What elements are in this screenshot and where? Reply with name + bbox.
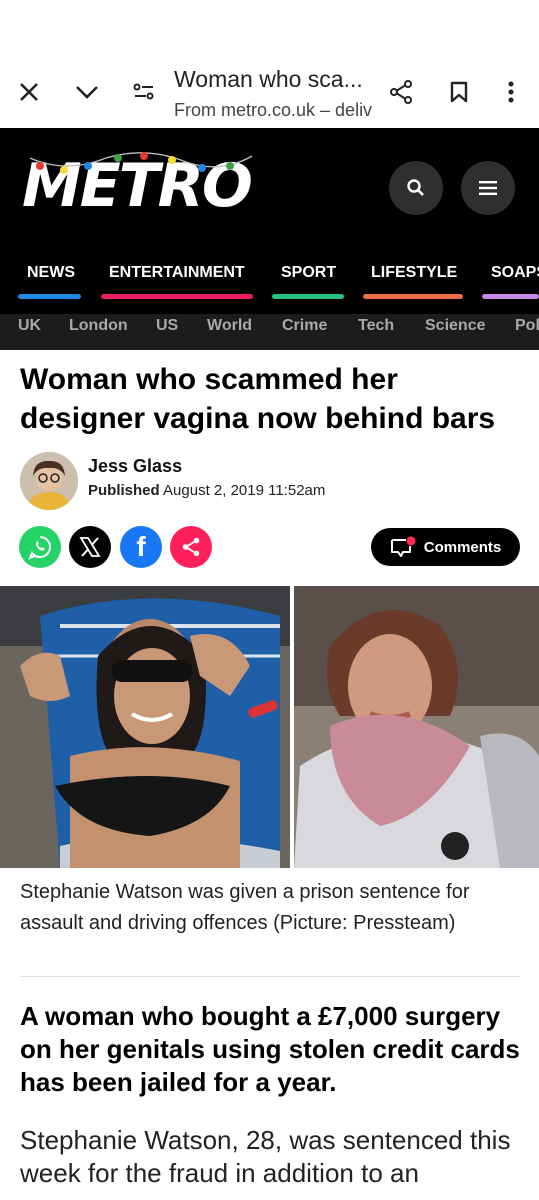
nav-soaps-underline	[482, 294, 539, 299]
whatsapp-icon	[28, 536, 51, 560]
share-icon	[182, 537, 200, 557]
close-icon[interactable]	[11, 74, 47, 110]
article-body: Stephanie Watson, 28, was sentenced this…	[20, 1125, 511, 1188]
subnav-london[interactable]: London	[69, 317, 128, 335]
nav-soaps[interactable]: SOAPS	[491, 264, 539, 282]
christmas-lights-icon	[29, 152, 253, 174]
main-nav: NEWS ENTERTAINMENT SPORT LIFESTYLE SOAPS	[0, 264, 539, 304]
published-date: August 2, 2019 11:52am	[163, 482, 326, 499]
nav-entertainment[interactable]: ENTERTAINMENT	[109, 264, 245, 282]
published-line: Published August 2, 2019 11:52am	[88, 482, 325, 499]
sub-nav: UK London US World Crime Tech Science Po…	[0, 314, 539, 350]
nav-sport[interactable]: SPORT	[281, 264, 336, 282]
comments-button[interactable]: Comments	[371, 528, 520, 566]
facebook-share-button[interactable]: f	[120, 526, 162, 568]
tab-url: From metro.co.uk – deliv	[174, 100, 372, 120]
nav-entertainment-underline	[101, 294, 253, 299]
subnav-science[interactable]: Science	[425, 317, 485, 335]
published-label: Published	[88, 482, 160, 499]
subnav-crime[interactable]: Crime	[282, 317, 327, 335]
whatsapp-share-button[interactable]	[19, 526, 61, 568]
article-photo[interactable]	[0, 586, 539, 868]
nav-lifestyle-underline	[363, 294, 463, 299]
subnav-world[interactable]: World	[207, 317, 252, 335]
chevron-down-icon[interactable]	[69, 74, 105, 110]
menu-icon	[479, 181, 497, 195]
tab-title: Woman who sca...	[174, 66, 363, 92]
nav-sport-underline	[272, 294, 344, 299]
search-icon	[407, 179, 424, 196]
site-header: METRO NEWS ENTERTAINMENT SPORT LIFESTYLE…	[0, 128, 539, 350]
share-icon[interactable]	[383, 74, 419, 110]
metro-logo[interactable]: METRO	[22, 152, 253, 216]
x-icon	[79, 537, 101, 557]
x-share-button[interactable]	[69, 526, 111, 568]
comment-icon	[390, 536, 416, 557]
photo-caption: Stephanie Watson was given a prison sent…	[20, 881, 470, 934]
subnav-tech[interactable]: Tech	[358, 317, 394, 335]
author-avatar[interactable]	[20, 452, 78, 510]
nav-lifestyle[interactable]: LIFESTYLE	[371, 264, 457, 282]
page-settings-icon[interactable]	[126, 74, 162, 110]
subnav-politics[interactable]: Pol	[515, 317, 539, 335]
subnav-uk[interactable]: UK	[18, 317, 41, 335]
nav-news[interactable]: NEWS	[27, 264, 75, 282]
article-standfirst: A woman who bought a £7,000 surgery on h…	[20, 1001, 520, 1097]
menu-button[interactable]	[461, 161, 515, 215]
search-button[interactable]	[389, 161, 443, 215]
facebook-icon: f	[136, 531, 146, 562]
bookmark-icon[interactable]	[441, 74, 477, 110]
caption-divider	[20, 976, 520, 977]
nav-news-underline	[18, 294, 81, 299]
comments-label: Comments	[423, 538, 502, 556]
subnav-us[interactable]: US	[156, 317, 178, 335]
article-headline: Woman who scammed her designer vagina no…	[20, 363, 496, 435]
more-vert-icon[interactable]	[493, 74, 529, 110]
generic-share-button[interactable]	[170, 526, 212, 568]
author-name[interactable]: Jess Glass	[88, 456, 182, 477]
